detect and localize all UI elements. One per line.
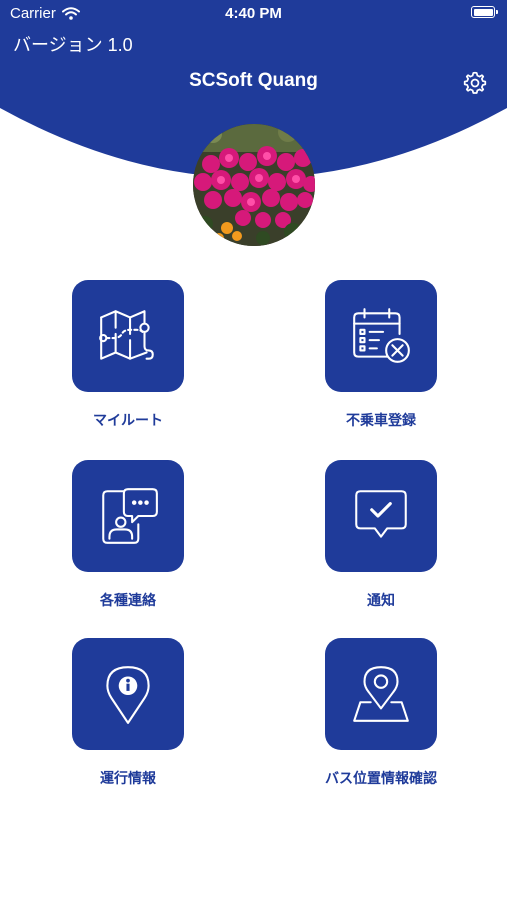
notifications-label[interactable]: 通知 [281, 590, 481, 610]
notifications-button[interactable] [325, 460, 437, 572]
battery-icon [471, 6, 498, 18]
contacts-button[interactable] [72, 460, 184, 572]
my-route-label[interactable]: マイルート [28, 410, 228, 430]
bus-location-label[interactable]: バス位置情報確認 [281, 768, 481, 788]
absence-registration-label[interactable]: 不乗車登録 [281, 410, 481, 430]
calendar-cancel-icon [353, 308, 410, 363]
my-route-button[interactable] [72, 280, 184, 392]
service-info-label[interactable]: 運行情報 [28, 768, 228, 788]
message-check-icon [355, 490, 407, 538]
avatar[interactable] [193, 124, 315, 246]
map-route-icon [99, 310, 154, 360]
service-info-button[interactable] [72, 638, 184, 750]
absence-registration-button[interactable] [325, 280, 437, 392]
bus-location-button[interactable] [325, 638, 437, 750]
contacts-label[interactable]: 各種連絡 [28, 590, 228, 610]
status-time: 4:40 PM [225, 5, 282, 22]
status-bar: Carrier 4:40 PM [0, 0, 507, 28]
location-map-icon [353, 666, 409, 722]
settings-gear-icon[interactable] [462, 70, 488, 96]
avatar-photo [193, 124, 315, 246]
contact-chat-icon [102, 488, 158, 544]
app-version: バージョン 1.0 [13, 35, 133, 55]
page-title: SCSoft Quang [189, 70, 318, 91]
info-pin-icon [106, 666, 150, 724]
